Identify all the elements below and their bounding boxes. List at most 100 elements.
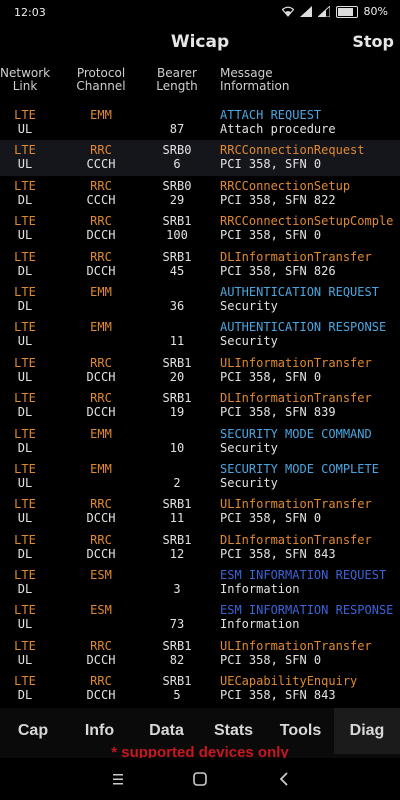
message-name: DLInformationTransfer [220,532,372,547]
message-name: ATTACH REQUEST [220,108,322,122]
link-direction: DL [17,405,33,420]
link-direction: DL [17,440,33,455]
menu-icon[interactable] [107,768,129,790]
channel: DCCH [86,511,116,526]
bottom-tab-bar: Cap Info Data Stats Tools Diag * support… [0,708,400,761]
bearer: SRB1 [162,249,192,264]
length: 36 [169,298,185,313]
protocol: EMM [90,284,112,299]
length: 11 [169,334,185,349]
protocol: RRC [90,391,112,406]
message-row[interactable]: LTE UL EMM 2 SECURITY MODE COMPLETE Security [0,459,400,494]
channel: DCCH [86,369,116,384]
back-icon[interactable] [273,768,295,790]
protocol: RRC [90,249,112,264]
link-direction: UL [17,122,33,136]
message-row[interactable]: LTE DL RRC DCCH SRB1 12 DLInformationTransfer P… [0,530,400,565]
network-type: LTE [14,108,36,122]
header-message-information: Message Information [220,66,290,93]
channel: DCCH [86,688,116,703]
length: 5 [173,688,181,703]
bearer: SRB0 [162,178,192,193]
message-info: Attach procedure [220,122,336,136]
message-info: PCI 358, SFN 843 [220,546,336,561]
protocol: RRC [90,355,112,370]
status-bar: 12:03 80% [0,0,400,26]
link-direction: UL [17,617,33,632]
message-info: Security [220,440,278,455]
message-name: RRCConnectionSetupComple [220,214,394,229]
wifi-icon [281,6,294,17]
channel: DCCH [86,228,116,243]
status-time: 12:03 [14,6,46,19]
length: 19 [169,405,185,420]
length: 82 [169,652,185,667]
header-bearer-length: Bearer Length [156,66,198,93]
network-type: LTE [14,249,36,264]
message-row[interactable]: LTE DL ESM 3 ESM INFORMATION REQUEST Informat… [0,565,400,600]
network-type: LTE [14,603,36,618]
message-row[interactable]: LTE UL RRC DCCH SRB1 20 ULInformationTransfer P… [0,353,400,388]
length: 12 [169,546,185,561]
message-info: PCI 358, SFN 826 [220,263,336,278]
message-name: RRCConnectionSetup [220,178,351,193]
message-name: ULInformationTransfer [220,355,372,370]
message-info: Information [220,617,300,632]
length: 6 [173,157,181,172]
channel: DCCH [86,405,116,420]
message-row[interactable]: LTE UL RRC DCCH SRB1 82 ULInformationTransfer P… [0,636,400,671]
protocol: EMM [90,426,112,441]
message-row[interactable]: LTE DL EMM 36 AUTHENTICATION REQUEST Security [0,282,400,317]
message-name: SECURITY MODE COMMAND [220,426,372,441]
protocol: RRC [90,214,112,229]
bearer: SRB1 [162,391,192,406]
length: 45 [169,263,185,278]
message-name: ESM INFORMATION RESPONSE [220,603,394,618]
message-info: PCI 358, SFN 0 [220,511,322,526]
message-row[interactable]: LTE DL RRC DCCH SRB1 45 DLInformationTransfer P… [0,247,400,282]
message-row[interactable]: LTE DL RRC CCCH SRB0 29 RRCConnectionSetup PCI … [0,176,400,211]
message-row[interactable]: LTE UL RRC CCCH SRB0 6 RRCConnectionRequest PCI… [0,140,400,176]
link-direction: UL [17,334,33,349]
message-info: PCI 358, SFN 843 [220,688,336,703]
message-name: SECURITY MODE COMPLETE [220,461,379,476]
channel: DCCH [86,652,116,667]
length: 29 [169,192,185,207]
network-type: LTE [14,214,36,229]
length: 100 [166,228,188,243]
protocol: RRC [90,674,112,689]
message-row[interactable]: LTE UL EMM 11 AUTHENTICATION RESPONSE Securit… [0,317,400,352]
message-row[interactable]: LTE UL EMM 87 ATTACH REQUEST Attach procedure [0,105,400,140]
message-info: Security [220,334,278,349]
message-row[interactable]: LTE UL RRC DCCH SRB1 100 RRCConnectionSetupCom… [0,211,400,246]
network-type: LTE [14,178,36,193]
message-name: DLInformationTransfer [220,391,372,406]
bearer: SRB1 [162,638,192,653]
message-row[interactable]: LTE DL RRC DCCH SRB1 5 UECapabilityEnquiry PCI … [0,671,400,705]
stop-button[interactable]: Stop [352,32,394,51]
header-network-link: Network Link [0,66,51,93]
message-row[interactable]: LTE DL RRC DCCH SRB1 19 DLInformationTransfer P… [0,388,400,423]
protocol: ESM [90,603,112,618]
link-direction: DL [17,263,33,278]
bearer: SRB0 [162,143,192,158]
length: 10 [169,440,185,455]
protocol: RRC [90,638,112,653]
message-row[interactable]: LTE UL ESM 73 ESM INFORMATION RESPONSE Inform… [0,600,400,635]
app-title: Wicap [170,32,230,52]
message-name: UECapabilityEnquiry [220,674,358,689]
network-type: LTE [14,355,36,370]
link-direction: UL [17,511,33,526]
message-name: ULInformationTransfer [220,638,372,653]
message-list[interactable]: LTE UL EMM 87 ATTACH REQUEST Attach procedure… [0,105,400,705]
protocol: RRC [90,178,112,193]
message-row[interactable]: LTE DL EMM 10 SECURITY MODE COMMAND Security [0,424,400,459]
message-row[interactable]: LTE UL RRC DCCH SRB1 11 ULInformationTransfer P… [0,494,400,529]
home-icon[interactable] [189,768,211,790]
channel: CCCH [86,192,116,207]
network-type: LTE [14,461,36,476]
channel: CCCH [86,157,116,172]
message-info: PCI 358, SFN 0 [220,157,322,172]
protocol: EMM [90,108,112,122]
network-type: LTE [14,532,36,547]
